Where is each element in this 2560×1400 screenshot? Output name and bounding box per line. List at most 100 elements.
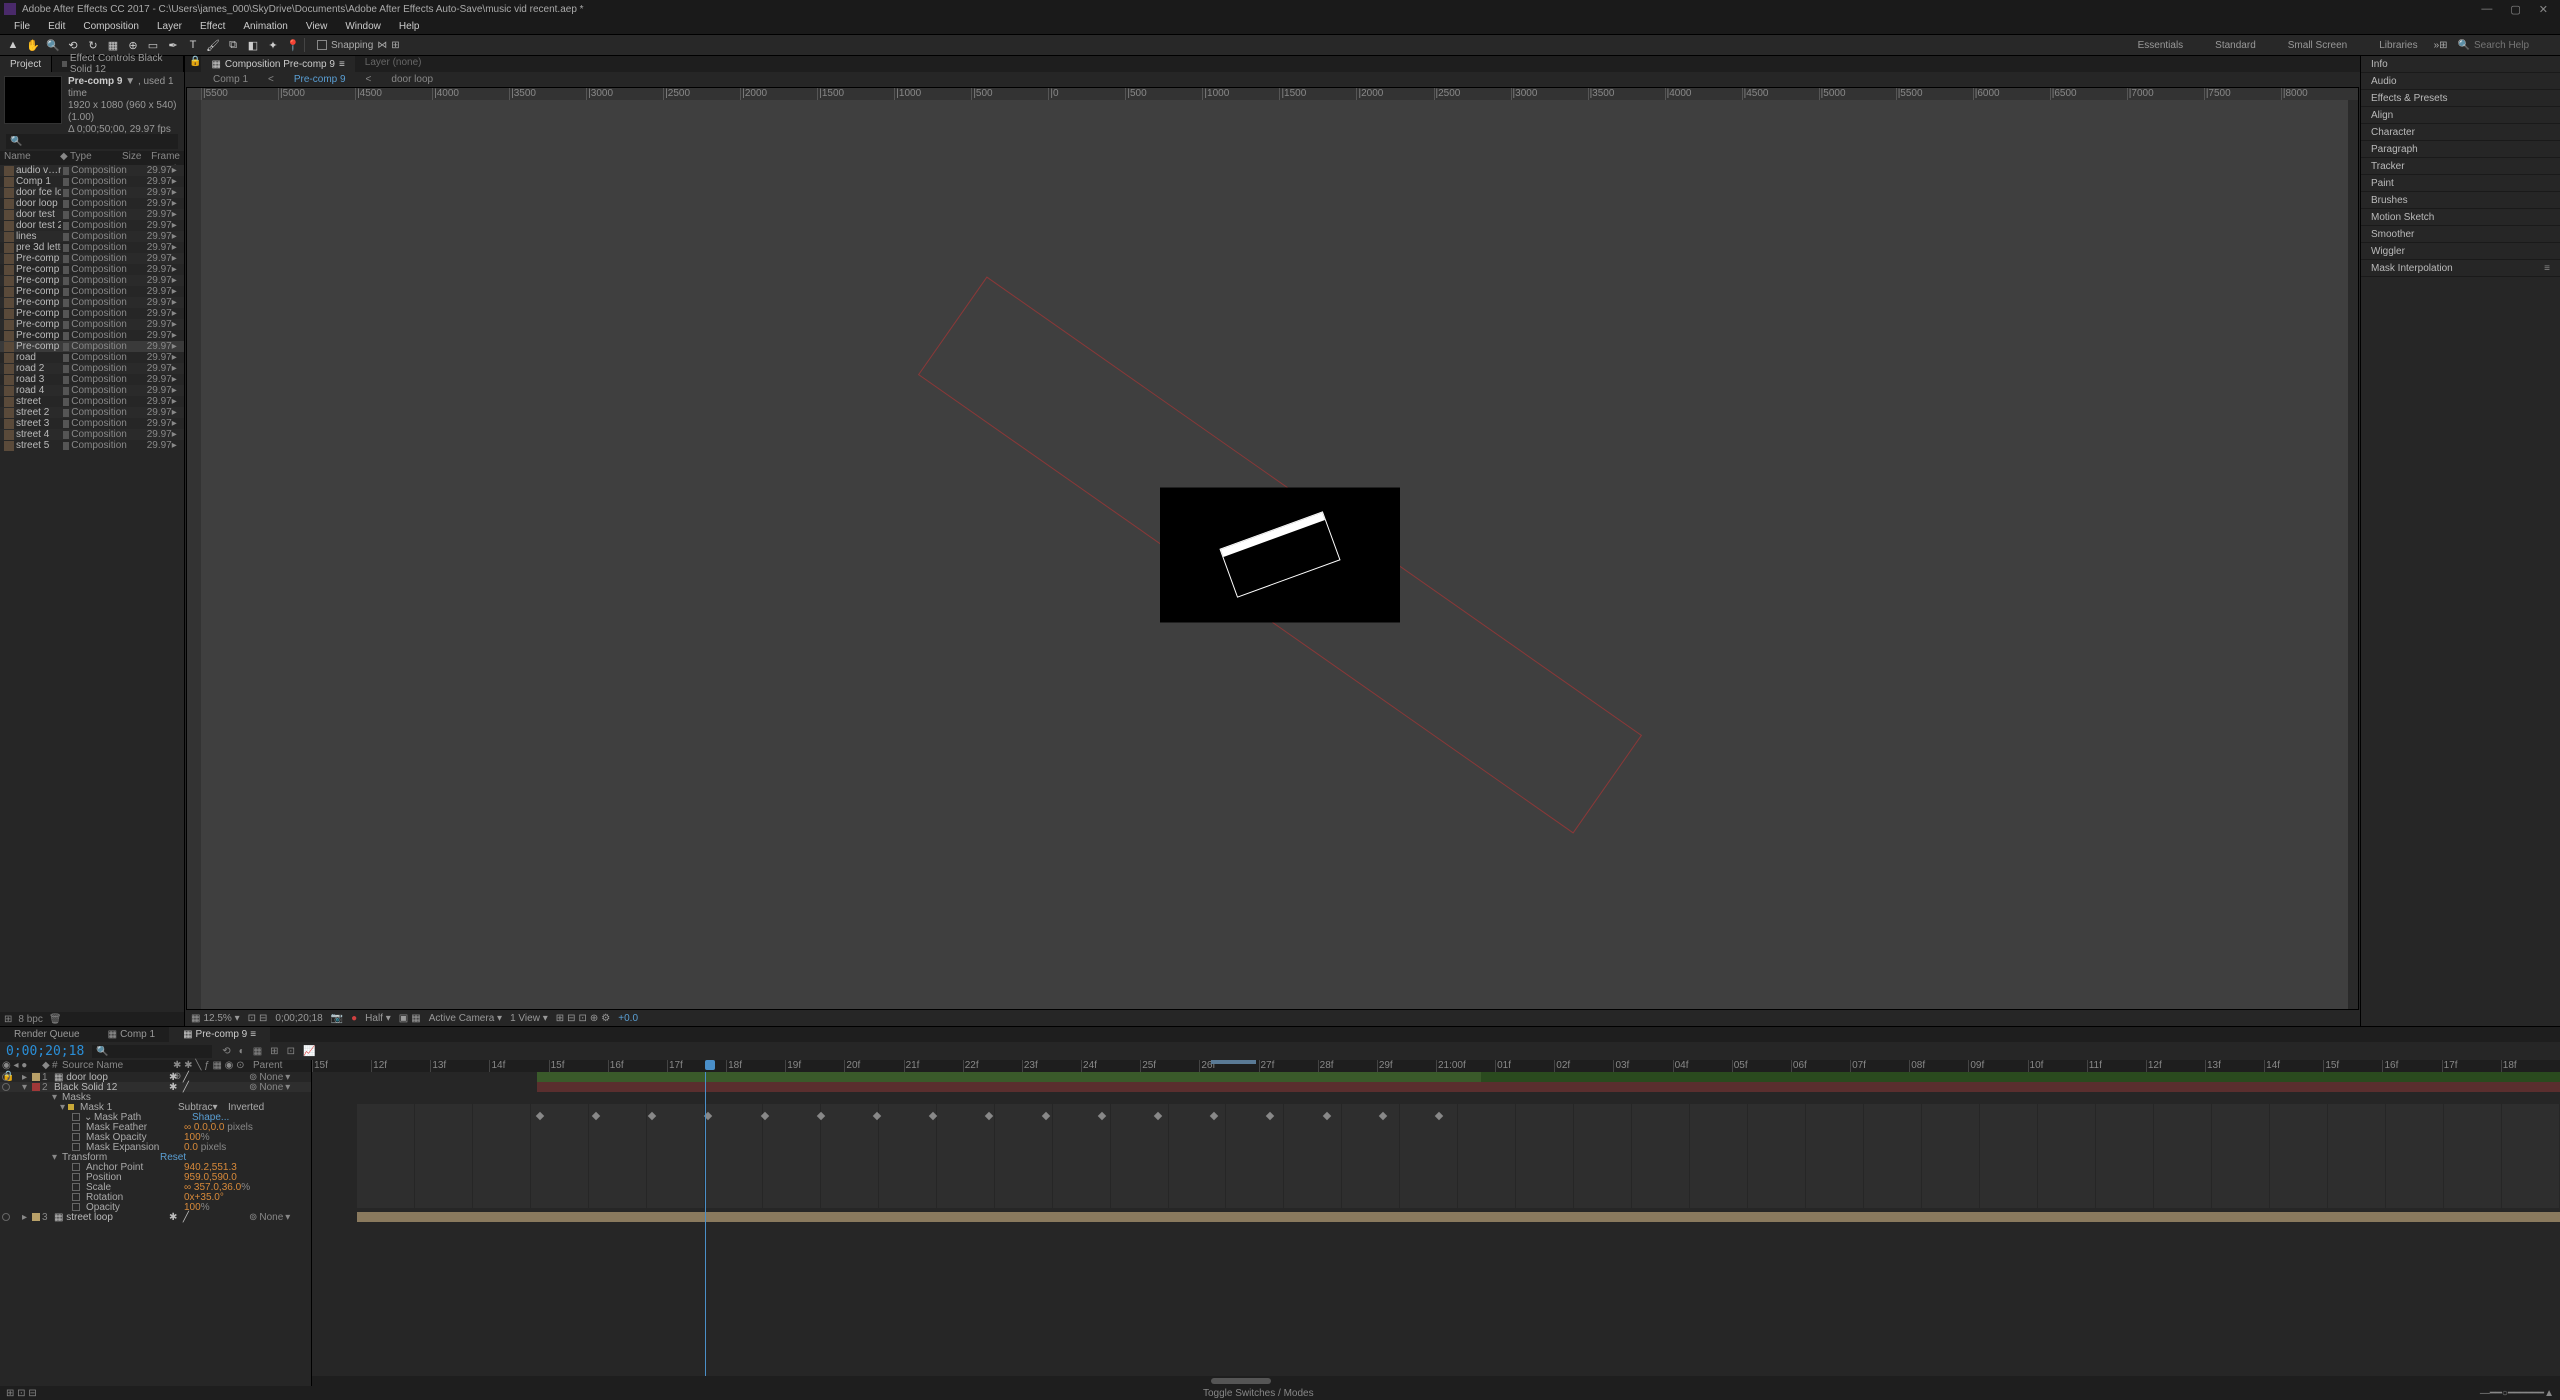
col-type[interactable]: Type (70, 151, 122, 165)
project-item[interactable]: Pre-comp 6Composition29.97▸ (0, 308, 184, 319)
zoom-dropdown[interactable]: 12.5% ▾ (203, 1013, 239, 1024)
brush-tool-icon[interactable]: 🖌 (206, 38, 220, 52)
keyframe-icon[interactable] (929, 1112, 937, 1120)
project-item[interactable]: roadComposition29.97▸ (0, 352, 184, 363)
tl-btn4-icon[interactable]: ⊞ (270, 1046, 278, 1057)
status-icon2[interactable]: ⊡ (17, 1388, 25, 1399)
exposure-value[interactable]: +0.0 (618, 1013, 638, 1024)
zoom-slider[interactable]: ━━○━━━━━━ (2490, 1388, 2544, 1399)
keyframe-icon[interactable] (817, 1112, 825, 1120)
menu-animation[interactable]: Animation (235, 20, 295, 33)
layer-row-1[interactable]: ▸ 1 ▦ door loop ✱ ╱ ⊚ None ▾ (0, 1072, 311, 1082)
project-item[interactable]: street 3Composition29.97▸ (0, 418, 184, 429)
project-item[interactable]: road 3Composition29.97▸ (0, 374, 184, 385)
layer3-visibility-icon[interactable] (2, 1213, 10, 1221)
roto-tool-icon[interactable]: ✦ (266, 38, 280, 52)
menu-layer[interactable]: Layer (149, 20, 190, 33)
crumb-precomp9[interactable]: Pre-comp 9 (286, 73, 354, 86)
keyframe-icon[interactable] (1266, 1112, 1274, 1120)
keyframe-icon[interactable] (1154, 1112, 1162, 1120)
shape-tool-icon[interactable]: ▭ (146, 38, 160, 52)
crumb-doorloop[interactable]: door loop (383, 73, 441, 86)
layer2-visibility-icon[interactable] (2, 1083, 10, 1091)
project-item[interactable]: street 5Composition29.97▸ (0, 440, 184, 451)
keyframe-icon[interactable] (1210, 1112, 1218, 1120)
toggle-switches-button[interactable]: Toggle Switches / Modes (1203, 1388, 1314, 1399)
panel-mask-interpolation[interactable]: Mask Interpolation≡ (2361, 260, 2560, 277)
col-name[interactable]: Name (4, 151, 60, 165)
project-item[interactable]: pre 3d lettersComposition29.97▸ (0, 242, 184, 253)
camera-tool-icon[interactable]: ▦ (106, 38, 120, 52)
layer1-bar-b[interactable] (1481, 1072, 2560, 1082)
menu-composition[interactable]: Composition (75, 20, 147, 33)
snapshot-icon[interactable]: 📷 (331, 1013, 343, 1024)
trash-icon[interactable]: 🗑 (49, 1014, 62, 1025)
tab-timeline-comp1[interactable]: ▦ Comp 1 (94, 1027, 169, 1042)
composition-viewport[interactable]: |5500|5000|4500|4000|3500|3000|2500|2000… (186, 87, 2359, 1010)
layer-row-3[interactable]: ▸ 3 ▦ street loop ✱ ╱ ⊚ None ▾ (0, 1212, 311, 1222)
layer1-visibility-icon[interactable] (2, 1073, 10, 1081)
project-item[interactable]: Pre-comp 4Composition29.97▸ (0, 286, 184, 297)
tab-timeline-precomp9[interactable]: ▦ Pre-comp 9 ≡ (169, 1027, 270, 1042)
workspace-libraries[interactable]: Libraries (2363, 38, 2433, 53)
workspace-essentials[interactable]: Essentials (2122, 38, 2200, 53)
project-item[interactable]: Pre-comp 7Composition29.97▸ (0, 319, 184, 330)
vopt2-icon[interactable]: ⊟ (567, 1013, 575, 1024)
status-icon3[interactable]: ⊟ (28, 1388, 36, 1399)
project-item[interactable]: audio v…re 3dComposition29.97▸ (0, 165, 184, 176)
vopt3-icon[interactable]: ⊡ (579, 1013, 587, 1024)
rotate-tool-icon[interactable]: ↻ (86, 38, 100, 52)
res1-icon[interactable]: ⊡ (248, 1013, 256, 1024)
views-dropdown[interactable]: 1 View ▾ (510, 1013, 548, 1024)
panel-wiggler[interactable]: Wiggler (2361, 243, 2560, 260)
keyframe-icon[interactable] (1041, 1112, 1049, 1120)
panel-effects-presets[interactable]: Effects & Presets (2361, 90, 2560, 107)
keyframe-icon[interactable] (760, 1112, 768, 1120)
layer1-bar[interactable] (537, 1072, 1481, 1082)
zoom-tool-icon[interactable]: 🔍 (46, 38, 60, 52)
cti-head-icon[interactable] (705, 1060, 715, 1070)
timeline-scrollbar-h[interactable] (312, 1376, 2560, 1386)
eraser-tool-icon[interactable]: ◧ (246, 38, 260, 52)
project-item[interactable]: street 4Composition29.97▸ (0, 429, 184, 440)
keyframe-icon[interactable] (1379, 1112, 1387, 1120)
layer3-bar[interactable] (357, 1212, 2560, 1222)
tab-composition-viewer[interactable]: ▦ Composition Pre-comp 9 ≡ (201, 56, 354, 72)
menu-edit[interactable]: Edit (40, 20, 73, 33)
search-help-input[interactable] (2474, 40, 2554, 51)
viewport-scrollbar-v[interactable] (2348, 100, 2358, 1009)
door-shape[interactable] (1219, 511, 1340, 597)
panel-paint[interactable]: Paint (2361, 175, 2560, 192)
hand-tool-icon[interactable]: ✋ (26, 38, 40, 52)
keyframe-icon[interactable] (1435, 1112, 1443, 1120)
workspace-reset-icon[interactable]: ⊞ (2439, 40, 2447, 51)
work-area-bar[interactable] (1211, 1060, 1256, 1064)
keyframe-icon[interactable] (873, 1112, 881, 1120)
project-item[interactable]: door testComposition29.97▸ (0, 209, 184, 220)
orbit-tool-icon[interactable]: ⟲ (66, 38, 80, 52)
tab-effect-controls[interactable]: Effect Controls Black Solid 12 (52, 56, 184, 72)
time-ruler[interactable]: 15f12f13f14f15f16f17f18f19f20f21f22f23f2… (312, 1060, 2560, 1072)
project-item[interactable]: Comp 1Composition29.97▸ (0, 176, 184, 187)
timeline-tracks[interactable]: 15f12f13f14f15f16f17f18f19f20f21f22f23f2… (312, 1060, 2560, 1386)
workspace-standard[interactable]: Standard (2199, 38, 2272, 53)
tab-layer-viewer[interactable]: Layer (none) (355, 56, 432, 72)
project-search-input[interactable] (6, 134, 178, 149)
project-item[interactable]: Pre-comp 8Composition29.97▸ (0, 330, 184, 341)
alpha-icon[interactable]: ▦ (191, 1013, 200, 1024)
tab-render-queue[interactable]: Render Queue (0, 1027, 94, 1042)
keyframe-icon[interactable] (985, 1112, 993, 1120)
src-name-header[interactable]: Source Name (60, 1060, 171, 1072)
transp-icon[interactable]: ▦ (411, 1013, 420, 1024)
tl-btn1-icon[interactable]: ⟲ (222, 1046, 230, 1057)
interp-icon[interactable]: ⊞ (4, 1014, 12, 1025)
col-frame[interactable]: Frame ▲ (150, 151, 180, 165)
menu-effect[interactable]: Effect (192, 20, 233, 33)
project-item[interactable]: Pre-comp 5Composition29.97▸ (0, 297, 184, 308)
type-tool-icon[interactable]: T (186, 38, 200, 52)
project-item[interactable]: street 2Composition29.97▸ (0, 407, 184, 418)
panel-align[interactable]: Align (2361, 107, 2560, 124)
menu-file[interactable]: File (6, 20, 38, 33)
project-item[interactable]: Pre-comp 2Composition29.97▸ (0, 264, 184, 275)
project-item[interactable]: Pre-comp 3Composition29.97▸ (0, 275, 184, 286)
